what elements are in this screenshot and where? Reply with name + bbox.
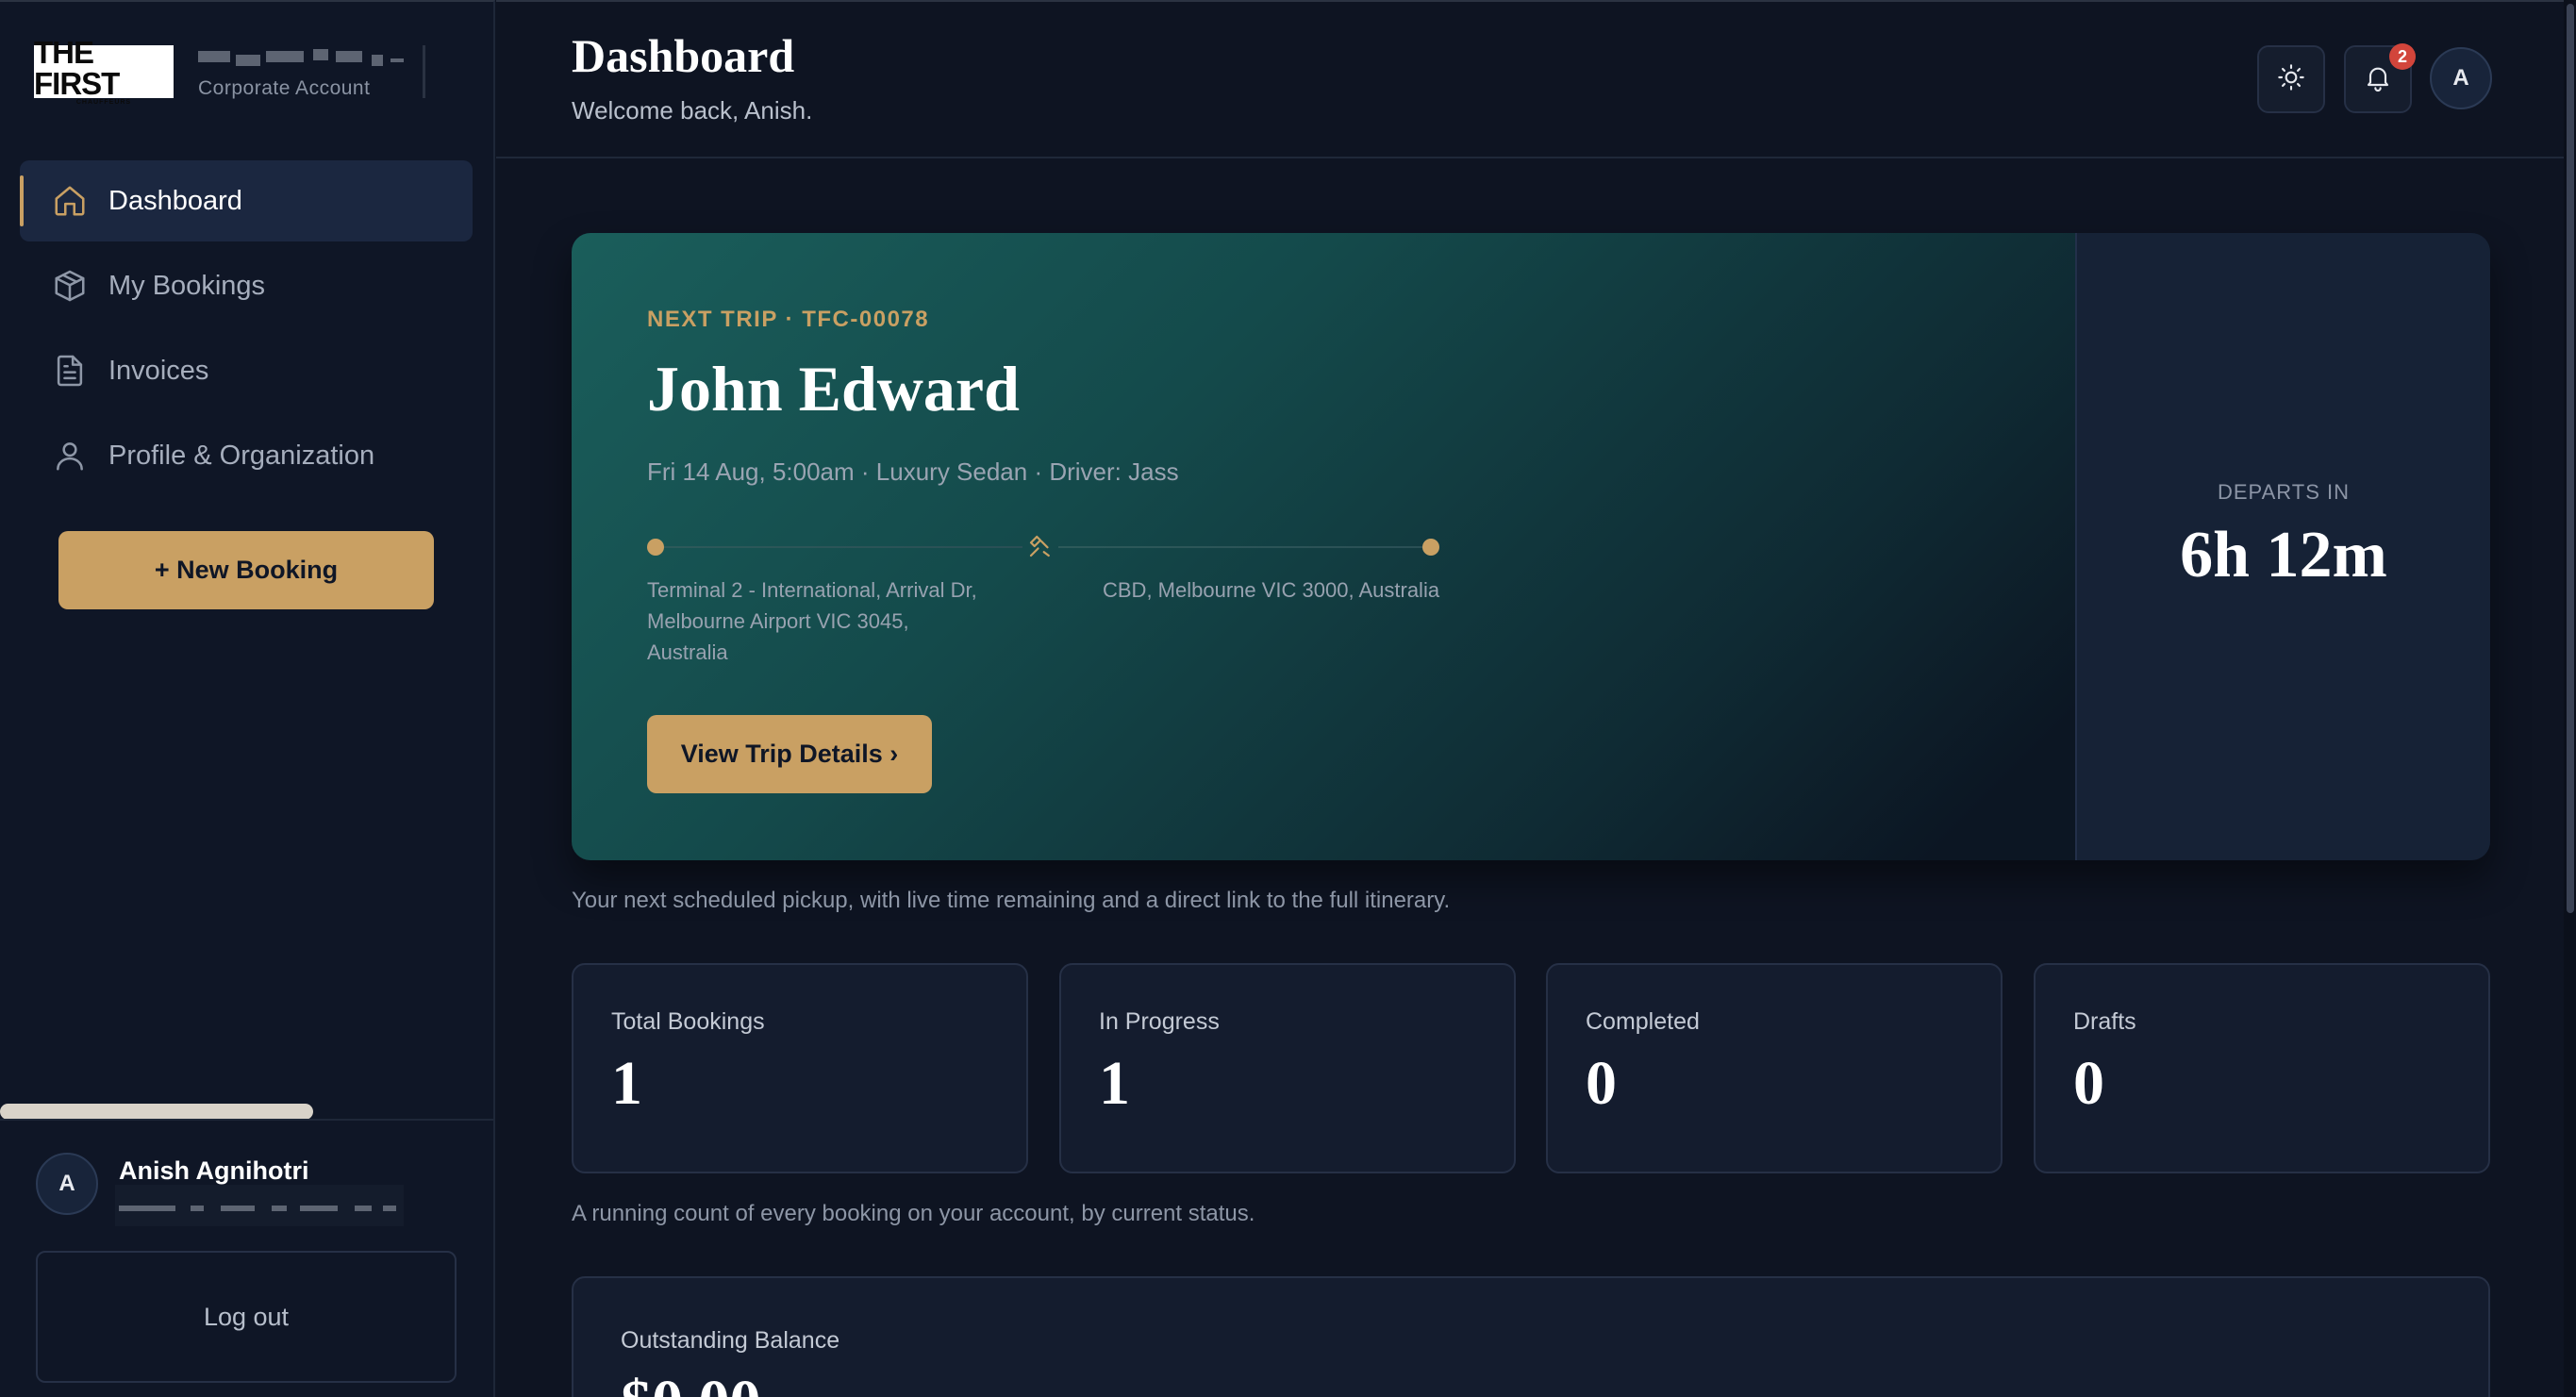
sidebar-item-invoices[interactable]: Invoices	[20, 330, 473, 411]
sidebar-item-label: Profile & Organization	[108, 440, 375, 471]
document-icon	[52, 353, 88, 389]
car-icon	[1026, 532, 1055, 560]
stat-card-in-progress[interactable]: In Progress 1	[1059, 963, 1516, 1173]
sidebar-item-my-bookings[interactable]: My Bookings	[20, 245, 473, 326]
stat-value: 1	[1099, 1049, 1130, 1118]
sidebar-item-dashboard[interactable]: Dashboard	[20, 160, 473, 241]
departs-in-value: 6h 12m	[2180, 519, 2387, 591]
balance-value: $0.00	[621, 1367, 761, 1397]
sidebar-item-label: My Bookings	[108, 270, 266, 301]
notification-badge: 2	[2389, 43, 2416, 70]
trip-reference: NEXT TRIP · TFC-00078	[647, 307, 930, 332]
stat-card-completed[interactable]: Completed 0	[1546, 963, 2003, 1173]
new-booking-button[interactable]: + New Booking	[58, 531, 434, 609]
balance-label: Outstanding Balance	[621, 1327, 840, 1354]
trip-meta: Fri 14 Aug, 5:00am · Luxury Sedan · Driv…	[647, 457, 1179, 486]
stat-value: 0	[2073, 1049, 2104, 1118]
avatar[interactable]: A	[36, 1153, 98, 1215]
bell-icon	[2363, 62, 2393, 97]
top-header: Dashboard Welcome back, Anish. 2 A	[496, 0, 2564, 158]
home-icon	[52, 183, 88, 219]
user-name: Anish Agnihotri	[119, 1156, 309, 1185]
sidebar-item-label: Invoices	[108, 355, 209, 386]
redacted-user-email	[115, 1185, 404, 1226]
sidebar: THE FIRST CHAUFFEURS Corporate Account D…	[0, 0, 495, 1397]
stat-value: 0	[1586, 1049, 1617, 1118]
page-title: Dashboard	[572, 29, 795, 82]
sidebar-item-profile-organization[interactable]: Profile & Organization	[20, 415, 473, 496]
redacted-company-name	[198, 45, 406, 70]
route-line	[647, 528, 1447, 566]
next-trip-card: NEXT TRIP · TFC-00078 John Edward Fri 14…	[572, 233, 2490, 860]
sidebar-nav: Dashboard My Bookings Invoices Profile &…	[20, 160, 473, 500]
user-block: A Anish Agnihotri Log out	[0, 1119, 493, 1397]
outstanding-balance-card: Outstanding Balance $0.00	[572, 1276, 2490, 1397]
brand-logo-text: THE FIRST	[34, 35, 120, 101]
route-segment	[1058, 546, 1430, 548]
departs-in-panel: DEPARTS IN 6h 12m	[2075, 233, 2490, 860]
next-trip-caption: Your next scheduled pickup, with live ti…	[572, 888, 1451, 913]
stat-label: Total Bookings	[611, 1008, 765, 1035]
stat-label: In Progress	[1099, 1008, 1220, 1035]
route-segment	[664, 546, 1022, 548]
passenger-name: John Edward	[647, 353, 1020, 424]
stat-label: Completed	[1586, 1008, 1700, 1035]
sidebar-scrollbar[interactable]	[0, 1104, 313, 1120]
departs-in-label: DEPARTS IN	[2218, 480, 2350, 504]
pickup-dot	[647, 539, 664, 556]
brand-logo-subtext: CHAUFFEURS	[75, 99, 132, 106]
box-icon	[52, 268, 88, 304]
brand[interactable]: THE FIRST CHAUFFEURS Corporate Account	[34, 37, 425, 106]
theme-toggle-button[interactable]	[2257, 45, 2325, 113]
sun-icon	[2276, 62, 2306, 97]
pickup-address: Terminal 2 - International, Arrival Dr, …	[647, 578, 977, 664]
stats-caption: A running count of every booking on your…	[572, 1201, 1255, 1226]
user-icon	[52, 438, 88, 474]
welcome-message: Welcome back, Anish.	[572, 96, 813, 125]
stat-label: Drafts	[2073, 1008, 2136, 1035]
notifications-button[interactable]: 2	[2344, 43, 2416, 113]
dropoff-address: CBD, Melbourne VIC 3000, Australia	[1103, 578, 1440, 602]
brand-logo[interactable]: THE FIRST CHAUFFEURS	[34, 37, 174, 106]
logout-button[interactable]: Log out	[36, 1251, 457, 1383]
stat-card-total-bookings[interactable]: Total Bookings 1	[572, 963, 1028, 1173]
sidebar-item-label: Dashboard	[108, 185, 242, 216]
main-scrollbar[interactable]	[2564, 0, 2576, 1397]
account-type-label: Corporate Account	[198, 77, 371, 99]
stat-value: 1	[611, 1049, 642, 1118]
view-trip-details-button[interactable]: View Trip Details ›	[647, 715, 932, 793]
header-avatar[interactable]: A	[2430, 47, 2492, 109]
brand-meta: Corporate Account	[198, 45, 425, 99]
dropoff-dot	[1422, 539, 1439, 556]
stat-card-drafts[interactable]: Drafts 0	[2034, 963, 2490, 1173]
main-scrollbar-thumb[interactable]	[2567, 4, 2574, 913]
